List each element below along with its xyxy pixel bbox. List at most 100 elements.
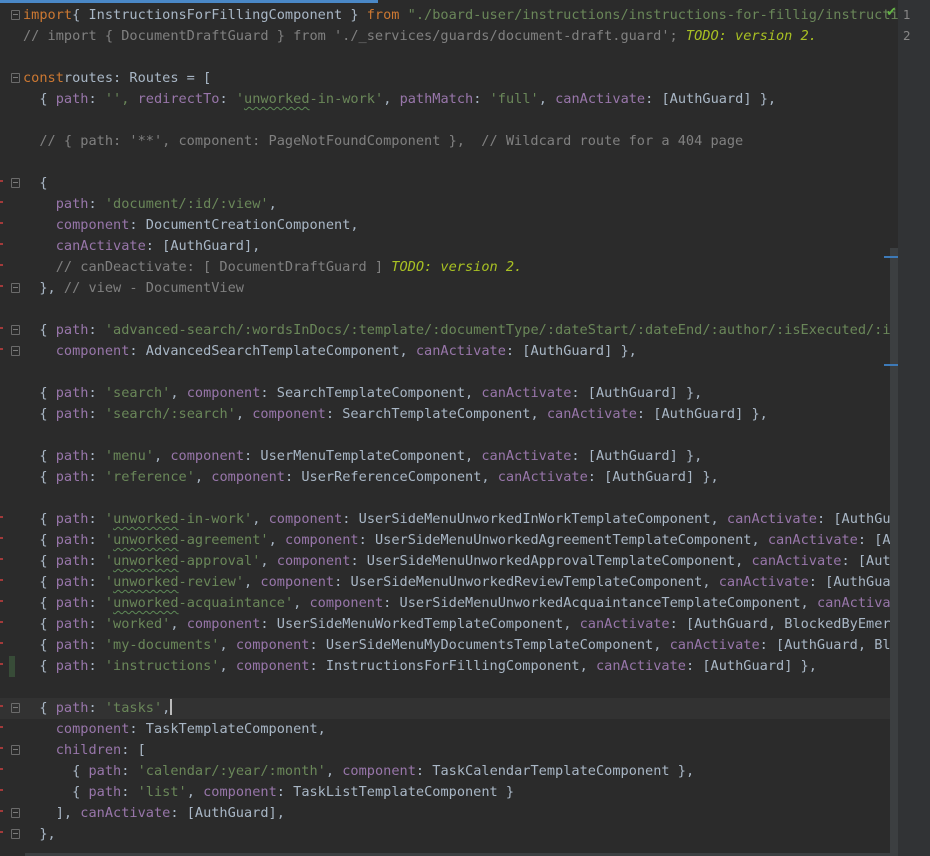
progress-bar [0, 0, 378, 3]
code-token: path [55, 658, 89, 674]
code-line[interactable]: // canDeactivate: [ DocumentDraftGuard ]… [0, 257, 898, 278]
code-line[interactable]: canActivate: [AuthGuard], [0, 236, 898, 257]
code-token: component [260, 574, 335, 590]
code-line[interactable]: }, // view - DocumentView [0, 278, 898, 299]
code-token: ], [23, 805, 81, 821]
code-line[interactable]: component: AdvancedSearchTemplateCompone… [0, 341, 898, 362]
fold-icon[interactable] [11, 10, 20, 20]
code-token: , [268, 532, 285, 548]
code-line[interactable] [0, 152, 898, 173]
code-line[interactable] [0, 47, 898, 68]
code-token: : [AuthGuard, BlockedByEmergenc [669, 616, 924, 632]
code-line[interactable]: { path: 'menu', component: UserMenuTempl… [0, 446, 898, 467]
code-token: -in-work' [178, 511, 253, 527]
code-token: ' [104, 595, 114, 611]
code-token: '', [104, 91, 138, 107]
code-line[interactable]: // { path: '**', component: PageNotFound… [0, 131, 898, 152]
code-token: -acquaintance' [178, 595, 294, 611]
code-text: component: DocumentCreationComponent, [23, 215, 359, 236]
code-line[interactable]: { path: 'calendar/:year/:month', compone… [0, 761, 898, 782]
text-caret [170, 699, 173, 715]
fold-icon[interactable] [11, 808, 20, 818]
code-line[interactable]: { path: 'instructions', component: Instr… [0, 656, 898, 677]
fold-icon[interactable] [11, 703, 20, 713]
code-token: , [186, 784, 204, 800]
code-text: { path: 'my-documents', component: UserS… [23, 635, 923, 656]
inspection-ok-icon[interactable]: ✔ [886, 5, 897, 20]
code-line[interactable]: { path: '', redirectTo: 'unworked-in-wor… [0, 89, 898, 110]
fold-icon[interactable] [11, 346, 20, 356]
code-line[interactable]: ], canActivate: [AuthGuard], [0, 803, 898, 824]
code-line[interactable]: { path: 'worked', component: UserSideMen… [0, 614, 923, 635]
code-line[interactable]: path: 'document/:id/:view', [0, 194, 898, 215]
fold-icon[interactable] [11, 73, 20, 83]
code-line[interactable]: import{ InstructionsForFillingComponent … [0, 5, 907, 26]
code-token: unworked [244, 91, 310, 107]
code-line[interactable]: { [0, 173, 898, 194]
code-editor[interactable]: import{ InstructionsForFillingComponent … [0, 0, 930, 856]
error-stripe-marker [0, 516, 3, 518]
fold-icon[interactable] [11, 325, 20, 335]
code-line[interactable]: }, [0, 824, 898, 845]
code-lines[interactable]: import{ InstructionsForFillingComponent … [0, 5, 923, 845]
code-line[interactable]: children: [ [0, 740, 898, 761]
code-token: : TaskListTemplateComponent } [276, 784, 515, 800]
code-line[interactable] [0, 362, 898, 383]
fold-icon[interactable] [11, 745, 20, 755]
code-line[interactable]: { path: 'reference', component: UserRefe… [0, 467, 898, 488]
code-line[interactable] [0, 110, 898, 131]
code-line[interactable]: { path: 'my-documents', component: UserS… [0, 635, 923, 656]
code-line[interactable]: component: TaskTemplateComponent, [0, 719, 898, 740]
code-line[interactable] [0, 677, 898, 698]
code-line[interactable]: { path: 'advanced-search/:wordsInDocs/:t… [0, 320, 923, 341]
fold-icon[interactable] [11, 178, 20, 188]
vcs-change-marker[interactable] [9, 656, 15, 677]
error-stripe-marker [0, 810, 3, 812]
code-line[interactable]: { path: 'unworked-in-work', component: U… [0, 509, 923, 530]
code-text: { path: 'worked', component: UserSideMen… [23, 614, 923, 635]
fold-icon[interactable] [11, 829, 20, 839]
code-line[interactable] [0, 299, 898, 320]
code-text: { path: 'search', component: SearchTempl… [23, 383, 702, 404]
fold-icon[interactable] [11, 283, 20, 293]
error-stripe-marker [0, 180, 3, 182]
code-line[interactable]: { path: 'unworked-acquaintance', compone… [0, 593, 915, 614]
scroll-marker [884, 256, 898, 258]
code-line[interactable]: { path: 'search/:search', component: Sea… [0, 404, 898, 425]
code-token: : [219, 91, 236, 107]
code-token: : [88, 385, 105, 401]
code-line[interactable]: { path: 'unworked-agreement', component:… [0, 530, 923, 551]
code-token: component [55, 217, 130, 233]
code-token: path [88, 784, 122, 800]
code-line[interactable]: { path: 'list', component: TaskListTempl… [0, 782, 898, 803]
code-token: : [88, 532, 105, 548]
code-token: component [186, 385, 261, 401]
code-token: : [88, 511, 105, 527]
error-stripe-marker [0, 222, 3, 224]
code-token: component [268, 511, 343, 527]
code-token: canActivate [80, 805, 171, 821]
code-token: { [23, 448, 56, 464]
code-token: , [244, 574, 261, 590]
code-token: component [342, 763, 416, 779]
error-stripe-marker [0, 726, 3, 728]
code-text: { path: 'menu', component: UserMenuTempl… [23, 446, 702, 467]
vertical-scrollbar[interactable] [890, 248, 898, 856]
code-token: : UserSideMenuUnworkedAcquaintanceTempla… [383, 595, 817, 611]
code-line[interactable] [0, 425, 898, 446]
code-token: : [473, 91, 490, 107]
code-token: 'search/:search' [104, 406, 236, 422]
code-line[interactable] [0, 488, 898, 509]
code-line[interactable]: // import { DocumentDraftGuard } from '.… [0, 26, 898, 47]
code-line[interactable]: { path: 'tasks', [0, 698, 898, 719]
code-line[interactable]: component: DocumentCreationComponent, [0, 215, 898, 236]
code-token: component [235, 637, 310, 653]
code-line[interactable]: { path: 'search', component: SearchTempl… [0, 383, 898, 404]
code-line[interactable]: { path: 'unworked-approval', component: … [0, 551, 923, 572]
code-line[interactable]: { path: 'unworked-review', component: Us… [0, 572, 915, 593]
code-line[interactable]: constroutes: Routes = [ [0, 68, 898, 89]
